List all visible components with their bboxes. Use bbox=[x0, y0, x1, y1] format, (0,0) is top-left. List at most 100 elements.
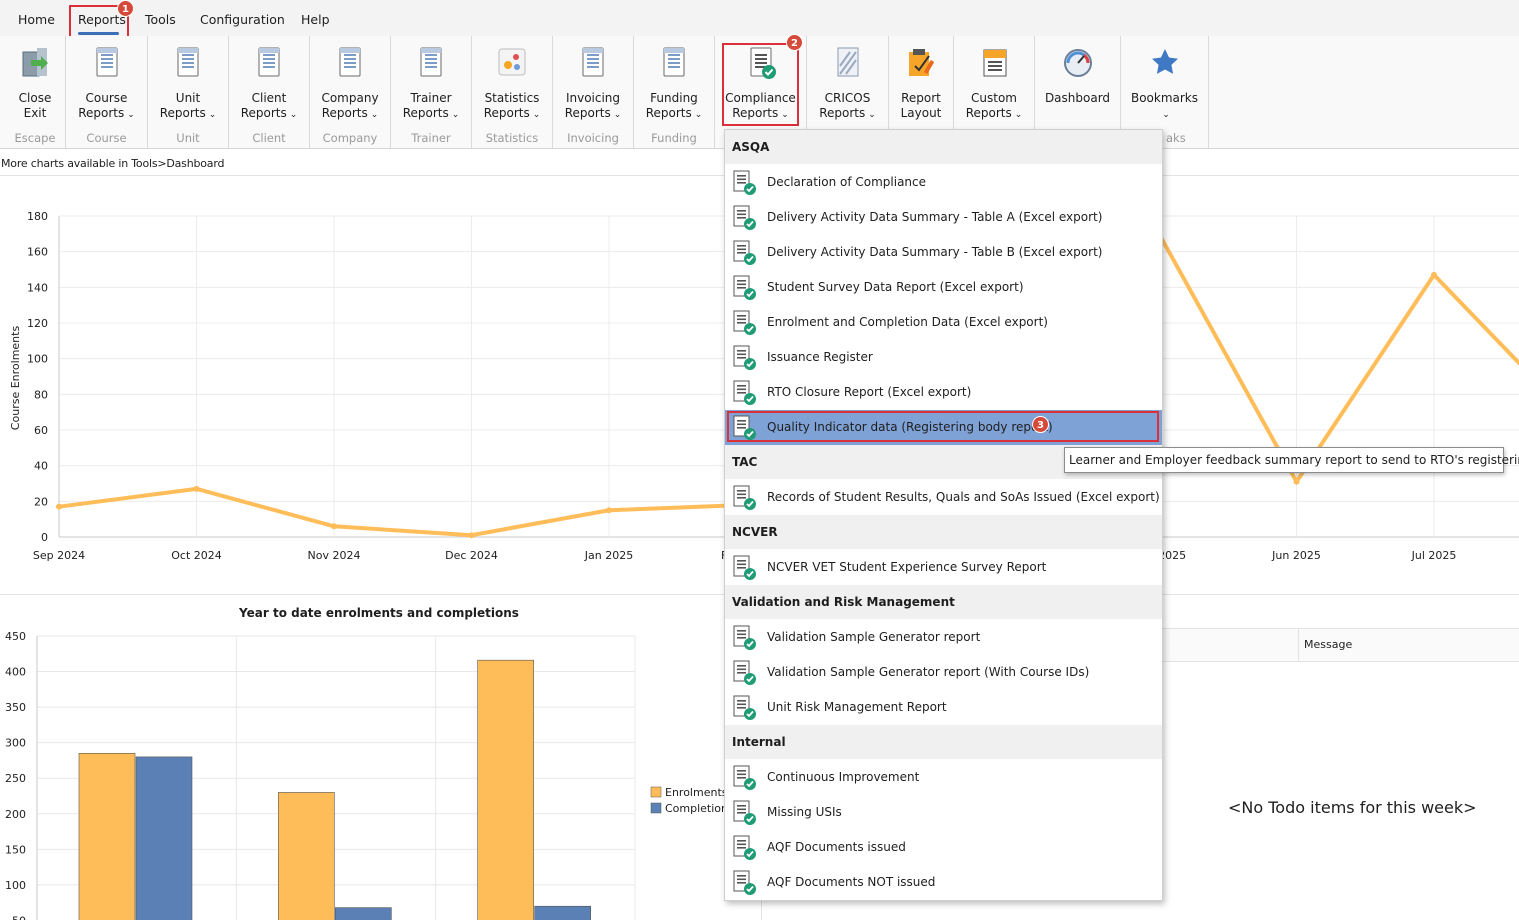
unit-reports-button[interactable]: Unit Reports ⌄ bbox=[148, 36, 228, 126]
compliance-report-icon bbox=[733, 765, 757, 791]
ribbon-button-label: Trainer Reports ⌄ bbox=[402, 91, 460, 120]
callout-box-compliance-reports bbox=[722, 43, 799, 126]
ribbon-group-trainer: Trainer Reports ⌄ Trainer bbox=[391, 36, 472, 148]
ribbon-group-unit: Unit Reports ⌄ Unit bbox=[148, 36, 229, 148]
menu-tools[interactable]: Tools bbox=[145, 12, 176, 27]
data-point bbox=[468, 532, 475, 539]
menu-help[interactable]: Help bbox=[301, 12, 330, 27]
course-reports-button[interactable]: Course Reports ⌄ bbox=[66, 36, 147, 126]
report-icon bbox=[172, 46, 204, 80]
ribbon-group-course: Course Reports ⌄ Course bbox=[66, 36, 148, 148]
company-reports-button[interactable]: Company Reports ⌄ bbox=[310, 36, 390, 126]
compliance-report-icon bbox=[733, 625, 757, 651]
dropdown-item-label: Validation Sample Generator report bbox=[767, 630, 981, 644]
dashboard-button-button[interactable]: Dashboard bbox=[1035, 36, 1120, 126]
menu-configuration[interactable]: Configuration bbox=[200, 12, 285, 27]
dropdown-menu-item[interactable]: Records of Student Results, Quals and So… bbox=[725, 480, 1162, 515]
ribbon-button-label: Unit Reports ⌄ bbox=[159, 91, 217, 120]
dropdown-menu-item[interactable]: Issuance Register bbox=[725, 340, 1162, 375]
y-tick-label: 0 bbox=[41, 531, 48, 544]
dropdown-item-label: NCVER VET Student Experience Survey Repo… bbox=[767, 560, 1047, 574]
dropdown-menu-item[interactable]: RTO Closure Report (Excel export) bbox=[725, 375, 1162, 410]
client-reports-button[interactable]: Client Reports ⌄ bbox=[229, 36, 309, 126]
bar-completions bbox=[534, 905, 591, 920]
y-tick-label: 40 bbox=[34, 460, 48, 473]
dropdown-menu-item[interactable]: Missing USIs bbox=[725, 795, 1162, 830]
report-icon bbox=[658, 46, 690, 80]
chevron-down-icon: ⌄ bbox=[208, 110, 217, 120]
ribbon-group-label: Client bbox=[252, 131, 286, 145]
dropdown-menu-item[interactable]: Declaration of Compliance bbox=[725, 165, 1162, 200]
star-icon bbox=[1149, 46, 1181, 80]
compliance-report-icon bbox=[733, 695, 757, 721]
invoicing-reports-button[interactable]: Invoicing Reports ⌄ bbox=[553, 36, 633, 126]
dropdown-section-header: Validation and Risk Management bbox=[725, 585, 1162, 619]
dropdown-menu-item[interactable]: Delivery Activity Data Summary - Table A… bbox=[725, 200, 1162, 235]
compliance-report-icon bbox=[733, 205, 757, 231]
callout-badge-2: 2 bbox=[786, 34, 803, 51]
dropdown-section-header: NCVER bbox=[725, 515, 1162, 549]
statistics-reports-button[interactable]: Statistics Reports ⌄ bbox=[472, 36, 552, 126]
dropdown-menu-item[interactable]: Student Survey Data Report (Excel export… bbox=[725, 270, 1162, 305]
y-tick-label: 50 bbox=[12, 914, 26, 920]
y-tick-label: 20 bbox=[34, 495, 48, 508]
y-tick-label: 100 bbox=[27, 353, 48, 366]
report-icon bbox=[253, 46, 285, 80]
callout-box-selected-item bbox=[727, 411, 1159, 442]
chevron-down-icon: ⌄ bbox=[532, 110, 541, 120]
x-tick-label: Dec 2024 bbox=[445, 549, 498, 562]
ribbon-group-label: Invoicing bbox=[567, 131, 619, 145]
compliance-report-icon bbox=[733, 485, 757, 511]
ribbon-button-label: Dashboard bbox=[1044, 91, 1111, 105]
dropdown-menu-item[interactable]: Validation Sample Generator report bbox=[725, 620, 1162, 655]
trainer-reports-button[interactable]: Trainer Reports ⌄ bbox=[391, 36, 471, 126]
ribbon-group-label: aks bbox=[1166, 131, 1186, 145]
dropdown-item-label: Records of Student Results, Quals and So… bbox=[767, 490, 1160, 504]
statistics-icon bbox=[496, 46, 528, 80]
dropdown-menu-item[interactable]: Validation Sample Generator report (With… bbox=[725, 655, 1162, 690]
chevron-down-icon: ⌄ bbox=[694, 110, 703, 120]
dropdown-item-label: Unit Risk Management Report bbox=[767, 700, 947, 714]
y-axis-label: Course Enrolments bbox=[9, 326, 22, 431]
dropdown-menu-item[interactable]: AQF Documents NOT issued bbox=[725, 865, 1162, 900]
dropdown-menu-item[interactable]: Delivery Activity Data Summary - Table B… bbox=[725, 235, 1162, 270]
dropdown-item-label: Student Survey Data Report (Excel export… bbox=[767, 280, 1024, 294]
custom-reports-button[interactable]: Custom Reports ⌄ bbox=[954, 36, 1034, 126]
y-tick-label: 80 bbox=[34, 388, 48, 401]
dropdown-menu-item[interactable]: Enrolment and Completion Data (Excel exp… bbox=[725, 305, 1162, 340]
ribbon-group-label: Statistics bbox=[485, 131, 539, 145]
close-exit-button[interactable]: Close Exit bbox=[5, 36, 65, 126]
menu-home[interactable]: Home bbox=[18, 12, 55, 27]
ribbon-group-close: Close Exit Escape bbox=[5, 36, 66, 148]
todo-table-header: Message bbox=[1162, 628, 1519, 662]
item-tooltip: Learner and Employer feedback summary re… bbox=[1064, 447, 1519, 473]
todo-column-message[interactable]: Message bbox=[1298, 629, 1352, 661]
chevron-down-icon: ⌄ bbox=[370, 110, 379, 120]
close-exit-icon bbox=[19, 46, 51, 80]
compliance-report-icon bbox=[733, 555, 757, 581]
compliance-report-icon bbox=[733, 660, 757, 686]
bar-chart-title: Year to date enrolments and completions bbox=[238, 606, 519, 620]
bar-series bbox=[78, 659, 591, 920]
x-tick-label: Jun 2025 bbox=[1271, 549, 1321, 562]
series-line-course-enrolments bbox=[1157, 232, 1519, 484]
ribbon-button-label: Client Reports ⌄ bbox=[240, 91, 298, 120]
dropdown-item-label: RTO Closure Report (Excel export) bbox=[767, 385, 972, 399]
dropdown-menu-item[interactable]: Continuous Improvement bbox=[725, 760, 1162, 795]
dropdown-item-label: Declaration of Compliance bbox=[767, 175, 927, 189]
funding-reports-button[interactable]: Funding Reports ⌄ bbox=[634, 36, 714, 126]
dropdown-menu-item[interactable]: NCVER VET Student Experience Survey Repo… bbox=[725, 550, 1162, 585]
ribbon-group-label: Trainer bbox=[411, 131, 451, 145]
ribbon-group-label: Course bbox=[86, 131, 127, 145]
ribbon-group-funding: Funding Reports ⌄ Funding bbox=[634, 36, 715, 148]
report-layout-button[interactable]: Report Layout bbox=[889, 36, 953, 126]
cricos-reports-button[interactable]: CRICOS Reports ⌄ bbox=[807, 36, 888, 126]
dropdown-menu-item[interactable]: Unit Risk Management Report bbox=[725, 690, 1162, 725]
dropdown-menu-item[interactable]: AQF Documents issued bbox=[725, 830, 1162, 865]
ribbon-group-label: Funding bbox=[651, 131, 697, 145]
y-tick-labels: 0 20 40 60 80 100 120 140 160 180 bbox=[27, 210, 48, 544]
report-icon bbox=[577, 46, 609, 80]
chevron-down-icon: ⌄ bbox=[289, 110, 298, 120]
bookmarks-button-button[interactable]: Bookmarks ⌄ bbox=[1121, 36, 1208, 126]
ribbon-group-invoicing: Invoicing Reports ⌄ Invoicing bbox=[553, 36, 634, 148]
